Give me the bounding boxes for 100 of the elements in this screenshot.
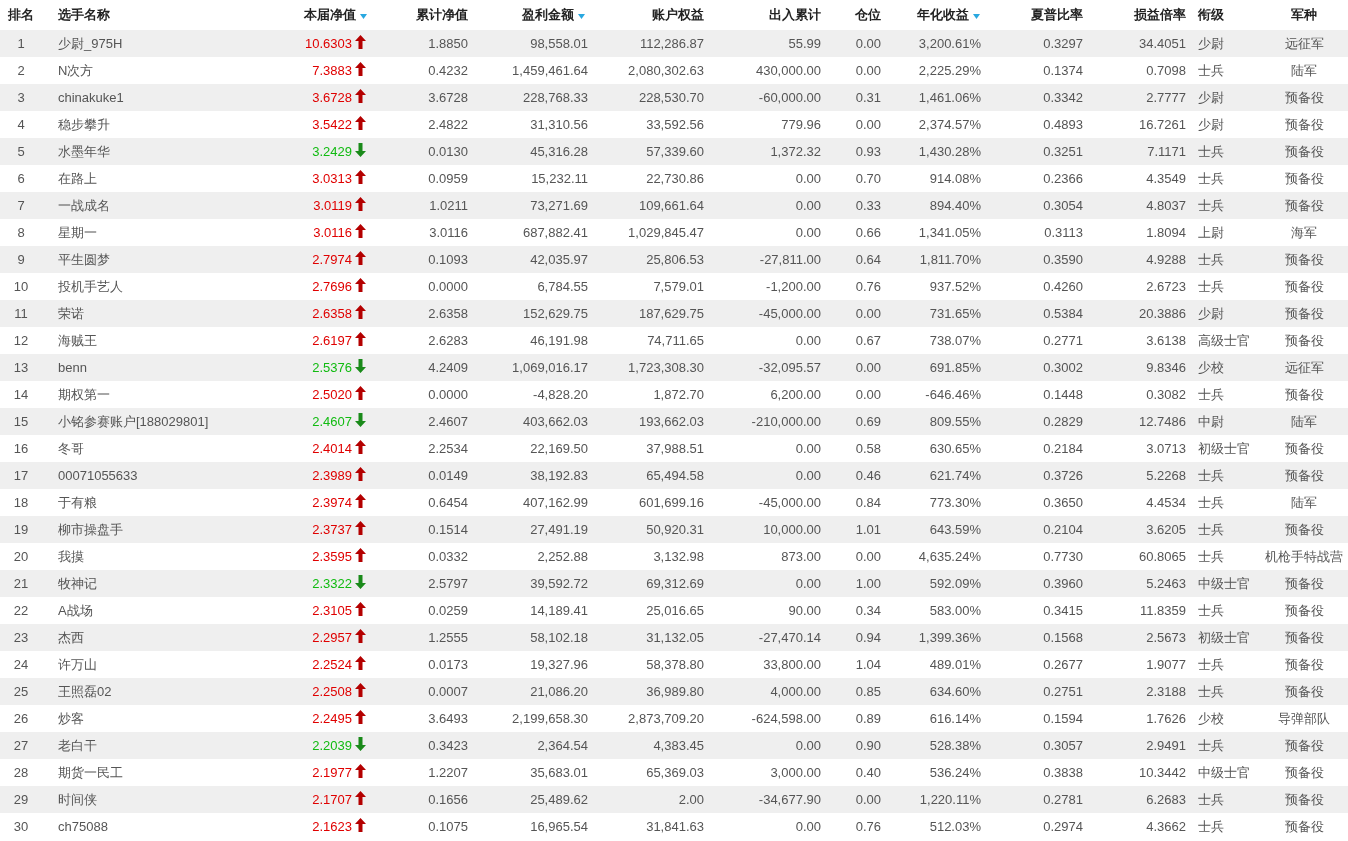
table-cell-text: 0.3342 bbox=[1043, 88, 1083, 107]
table-cell-text: 914.08% bbox=[929, 169, 981, 188]
table-cell-text: 2,873,709.20 bbox=[628, 709, 704, 728]
table-cell-text: 2.9491 bbox=[1146, 736, 1186, 755]
table-cell-text: 37,988.51 bbox=[646, 439, 704, 458]
table-cell-text: 6,784.55 bbox=[537, 277, 588, 296]
table-cell-text: 4.4534 bbox=[1146, 493, 1186, 512]
table-cell-text: 2.5376 bbox=[312, 358, 352, 377]
table-cell-text: 0.3054 bbox=[1043, 196, 1083, 215]
table-cell-text: 陆军 bbox=[1291, 412, 1317, 431]
table-cell-text: 预备役 bbox=[1284, 601, 1324, 620]
table-cell-text: 0.00 bbox=[855, 34, 881, 53]
table-cell-text: 0.4232 bbox=[428, 61, 468, 80]
table-cell-text: 0.76 bbox=[855, 817, 881, 836]
table-cell-text: 陆军 bbox=[1291, 493, 1317, 512]
table-cell-text: 2.4822 bbox=[428, 115, 468, 134]
table-cell-text: 2,364.54 bbox=[537, 736, 588, 755]
table-cell-text: 1,723,308.30 bbox=[628, 358, 704, 377]
table-cell-text: 2.2534 bbox=[428, 439, 468, 458]
table-cell-text: 在路上 bbox=[58, 169, 97, 188]
table-cell-text: 0.7730 bbox=[1043, 547, 1083, 566]
table-cell-text: 7.3883 bbox=[312, 61, 352, 80]
table-cell-text: 55.99 bbox=[788, 34, 821, 53]
table-cell-text: 0.0007 bbox=[428, 682, 468, 701]
table-cell-text: 平生圆梦 bbox=[58, 250, 110, 269]
table-cell-text: 2.3989 bbox=[312, 466, 352, 485]
table-cell-text: 28 bbox=[13, 763, 29, 782]
table-cell-text: 2,252.88 bbox=[537, 547, 588, 566]
column-header[interactable]: 本届净值 bbox=[304, 5, 356, 25]
table-cell-text: 预备役 bbox=[1284, 439, 1324, 458]
table-cell-text: 0.1568 bbox=[1043, 628, 1083, 647]
table-cell-text: 11.8359 bbox=[1139, 601, 1186, 620]
table-cell-text: 22,169.50 bbox=[530, 439, 588, 458]
table-cell-text: 预备役 bbox=[1284, 169, 1324, 188]
table-cell-text: 1.8094 bbox=[1146, 223, 1186, 242]
table-cell-text: -646.46% bbox=[925, 385, 981, 404]
table-cell-text: 98,558.01 bbox=[530, 34, 588, 53]
table-cell-text: 6.2683 bbox=[1146, 790, 1186, 809]
table-cell-text: 导弹部队 bbox=[1278, 709, 1330, 728]
table-cell-text: 预备役 bbox=[1284, 385, 1324, 404]
table-cell-text: 预备役 bbox=[1284, 574, 1324, 593]
table-cell-text: 士兵 bbox=[1198, 547, 1224, 566]
table-cell-text: 远征军 bbox=[1284, 358, 1324, 377]
table-cell-text: benn bbox=[58, 358, 87, 377]
table-cell-text: 0.64 bbox=[855, 250, 881, 269]
table-cell-text: 预备役 bbox=[1284, 466, 1324, 485]
table-cell-text: 35,683.01 bbox=[530, 763, 588, 782]
table-cell-text: -45,000.00 bbox=[758, 304, 821, 323]
table-cell-text: 士兵 bbox=[1198, 61, 1224, 80]
table-cell-text: 2.00 bbox=[678, 790, 704, 809]
table-cell-text: 0.3251 bbox=[1043, 142, 1083, 161]
table-cell-text: 3.0116 bbox=[313, 223, 352, 242]
table-cell-text: 0.33 bbox=[855, 196, 881, 215]
table-cell-text: 星期一 bbox=[58, 223, 97, 242]
table-cell-text: 上尉 bbox=[1198, 223, 1224, 242]
table-cell-text: 0.00 bbox=[795, 574, 821, 593]
table-cell-text: 1,399.36% bbox=[918, 628, 981, 647]
table-cell-text: -27,470.14 bbox=[758, 628, 821, 647]
table-cell-text: 0.00 bbox=[795, 817, 821, 836]
table-cell-text: 2,225.29% bbox=[918, 61, 981, 80]
table-cell-text: 预备役 bbox=[1284, 331, 1324, 350]
column-header[interactable]: 盈利金额 bbox=[522, 5, 574, 25]
table-cell-text: 高级士官 bbox=[1198, 331, 1250, 350]
table-cell-text: 0.2781 bbox=[1043, 790, 1083, 809]
table-cell-text: 2 bbox=[17, 61, 25, 80]
table-cell-text: 0.00 bbox=[855, 304, 881, 323]
table-cell-text: 583.00% bbox=[929, 601, 981, 620]
table-cell-text: 远征军 bbox=[1284, 34, 1324, 53]
column-header: 出入累计 bbox=[769, 6, 821, 25]
table-cell-text: 15 bbox=[13, 412, 29, 431]
table-cell-text: 2.2495 bbox=[312, 709, 352, 728]
table-cell-text: 403,662.03 bbox=[522, 412, 588, 431]
table-cell-text: 7.1171 bbox=[1147, 142, 1186, 161]
table-cell-text: 杰西 bbox=[58, 628, 84, 647]
table-cell-text: 我摸 bbox=[58, 547, 84, 566]
table-cell-text: 731.65% bbox=[929, 304, 981, 323]
table-cell-text: 3,000.00 bbox=[770, 763, 821, 782]
table-cell-text: 小铭参赛账户[188029801] bbox=[58, 412, 209, 431]
table-cell-text: 8 bbox=[17, 223, 25, 242]
table-cell-text: 1,069,016.17 bbox=[512, 358, 588, 377]
table-cell-text: 27 bbox=[13, 736, 29, 755]
table-cell-text: 621.74% bbox=[929, 466, 981, 485]
table-cell-text: 1.9077 bbox=[1146, 655, 1186, 674]
table-cell-text: 稳步攀升 bbox=[58, 115, 110, 134]
table-cell-text: 预备役 bbox=[1284, 682, 1324, 701]
table-cell-text: 3.6728 bbox=[312, 88, 352, 107]
table-cell-text: 24 bbox=[13, 655, 29, 674]
table-cell-text: 2.6358 bbox=[312, 304, 352, 323]
table-cell-text: 30 bbox=[13, 817, 29, 836]
table-cell-text: -34,677.90 bbox=[758, 790, 821, 809]
table-cell-text: 一战成名 bbox=[58, 196, 110, 215]
table-cell-text: 0.7098 bbox=[1146, 61, 1186, 80]
table-cell-text: 16,965.54 bbox=[530, 817, 588, 836]
table-cell-text: 海军 bbox=[1291, 223, 1317, 242]
table-cell-text: 士兵 bbox=[1198, 655, 1224, 674]
table-cell-text: 2,080,302.63 bbox=[628, 61, 704, 80]
table-cell-text: 荣诺 bbox=[58, 304, 84, 323]
table-cell-text: 6,200.00 bbox=[770, 385, 821, 404]
table-cell-text: 4.3549 bbox=[1146, 169, 1186, 188]
column-header[interactable]: 年化收益 bbox=[917, 5, 969, 25]
